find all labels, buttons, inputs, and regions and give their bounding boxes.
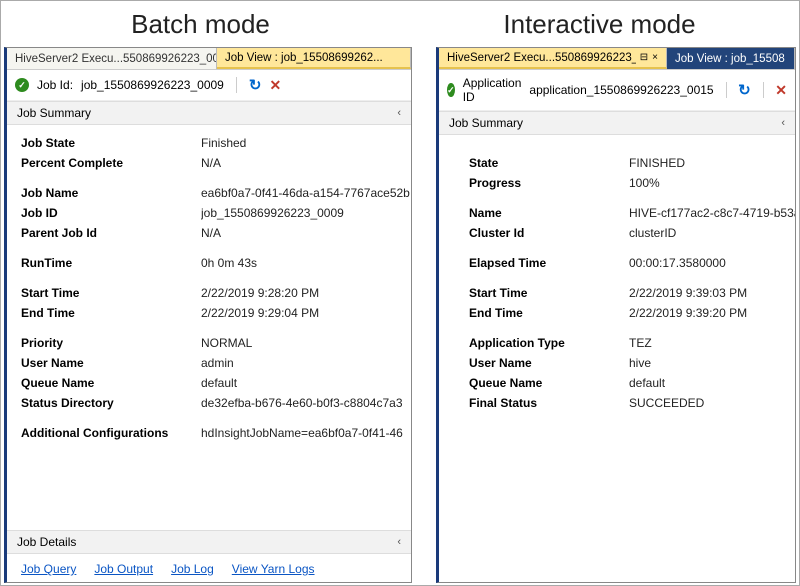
row-final-status: Final StatusSUCCEEDED [469, 393, 795, 413]
close-button[interactable]: ✕ [775, 82, 787, 99]
row-end-time: End Time2/22/2019 9:29:04 PM [21, 303, 411, 323]
link-job-output[interactable]: Job Output [94, 562, 153, 576]
chevron-left-icon: ‹ [781, 117, 785, 129]
link-yarn-logs[interactable]: View Yarn Logs [232, 562, 315, 576]
separator [763, 82, 764, 98]
chevron-left-icon: ‹ [397, 107, 401, 119]
tab-hiveserver2[interactable]: HiveServer2 Execu...550869926223_0015 ⊟ … [439, 48, 667, 69]
tab-jobview[interactable]: Job View : job_15508 [667, 48, 795, 69]
batch-toolbar: ✓ Job Id: job_1550869926223_0009 ↻ ✕ [7, 70, 411, 101]
section-job-summary-label: Job Summary [17, 106, 91, 120]
success-icon: ✓ [15, 78, 29, 92]
heading-batch: Batch mode [1, 9, 400, 40]
close-button[interactable]: ✕ [269, 77, 281, 94]
row-state: StateFINISHED [469, 153, 795, 173]
refresh-button[interactable]: ↻ [249, 76, 262, 94]
link-job-log[interactable]: Job Log [171, 562, 214, 576]
job-id-label: Job Id: [37, 78, 73, 92]
row-elapsed: Elapsed Time00:00:17.3580000 [469, 253, 795, 273]
row-cluster: Cluster IdclusterID [469, 223, 795, 243]
batch-footer-links: Job Query Job Output Job Log View Yarn L… [7, 554, 411, 582]
interactive-toolbar: ✓ Application ID application_15508699262… [439, 70, 795, 111]
row-additional-conf: Additional ConfigurationshdInsightJobNam… [21, 423, 411, 443]
row-queue: Queue Namedefault [469, 373, 795, 393]
interactive-summary-content: StateFINISHED Progress100% NameHIVE-cf17… [439, 135, 795, 582]
row-percent: Percent CompleteN/A [21, 153, 411, 173]
refresh-button[interactable]: ↻ [738, 81, 751, 99]
row-end-time: End Time2/22/2019 9:39:20 PM [469, 303, 795, 323]
success-icon: ✓ [447, 83, 455, 97]
tab-jobview[interactable]: Job View : job_15508699262... [217, 48, 411, 69]
row-parent-job: Parent Job IdN/A [21, 223, 411, 243]
app-id-value: application_1550869926223_0015 [529, 83, 713, 97]
row-app-type: Application TypeTEZ [469, 333, 795, 353]
interactive-panel: HiveServer2 Execu...550869926223_0015 ⊟ … [436, 47, 796, 583]
section-job-summary[interactable]: Job Summary ‹ [439, 111, 795, 135]
separator [726, 82, 727, 98]
row-user: User Namehive [469, 353, 795, 373]
row-runtime: RunTime0h 0m 43s [21, 253, 411, 273]
interactive-tabs: HiveServer2 Execu...550869926223_0015 ⊟ … [439, 48, 795, 70]
mode-headings: Batch mode Interactive mode [1, 1, 799, 47]
tab-jobview-label: Job View : job_15508699262... [225, 52, 383, 64]
tab-hiveserver2[interactable]: HiveServer2 Execu...550869926223_0015 [7, 48, 217, 69]
heading-interactive: Interactive mode [400, 9, 799, 40]
tab-hiveserver2-label: HiveServer2 Execu...550869926223_0015 [447, 52, 636, 64]
tab-jobview-label: Job View : job_15508 [675, 53, 785, 65]
link-job-query[interactable]: Job Query [21, 562, 76, 576]
row-priority: PriorityNORMAL [21, 333, 411, 353]
job-id-value: job_1550869926223_0009 [81, 78, 224, 92]
row-start-time: Start Time2/22/2019 9:39:03 PM [469, 283, 795, 303]
pin-icon[interactable]: ⊟ [640, 52, 648, 63]
row-job-state: Job StateFinished [21, 133, 411, 153]
row-progress: Progress100% [469, 173, 795, 193]
chevron-left-icon: ‹ [397, 536, 401, 548]
row-start-time: Start Time2/22/2019 9:28:20 PM [21, 283, 411, 303]
section-job-summary[interactable]: Job Summary ‹ [7, 101, 411, 125]
separator [236, 77, 237, 93]
row-job-id: Job IDjob_1550869926223_0009 [21, 203, 411, 223]
close-tab-icon[interactable]: × [652, 52, 658, 63]
tab-hiveserver2-label: HiveServer2 Execu...550869926223_0015 [15, 53, 217, 65]
batch-summary-content: Job StateFinished Percent CompleteN/A Jo… [7, 125, 411, 530]
section-job-details-label: Job Details [17, 535, 76, 549]
row-name: NameHIVE-cf177ac2-c8c7-4719-b53a-d [469, 203, 795, 223]
row-user: User Nameadmin [21, 353, 411, 373]
row-status-dir: Status Directoryde32efba-b676-4e60-b0f3-… [21, 393, 411, 413]
section-job-details[interactable]: Job Details ‹ [7, 530, 411, 554]
app-id-label: Application ID [463, 76, 522, 104]
row-job-name: Job Nameea6bf0a7-0f41-46da-a154-7767ace5… [21, 183, 411, 203]
row-queue: Queue Namedefault [21, 373, 411, 393]
batch-tabs: HiveServer2 Execu...550869926223_0015 Jo… [7, 48, 411, 70]
section-job-summary-label: Job Summary [449, 116, 523, 130]
batch-panel: HiveServer2 Execu...550869926223_0015 Jo… [4, 47, 412, 583]
